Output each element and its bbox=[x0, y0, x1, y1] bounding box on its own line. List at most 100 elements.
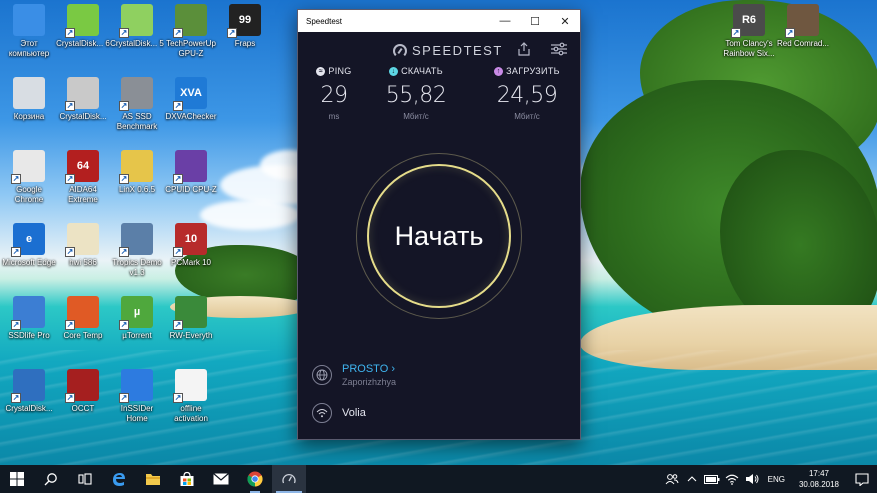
this-pc-icon bbox=[13, 4, 45, 36]
shortcut-arrow-icon: ↗ bbox=[731, 28, 741, 38]
clock-time: 17:47 bbox=[808, 469, 829, 478]
edge-icon[interactable] bbox=[102, 465, 136, 493]
desktop-shortcut-red-comrades[interactable]: ↗ Red Comrad... bbox=[776, 4, 830, 49]
file-explorer-icon[interactable] bbox=[136, 465, 170, 493]
desktop-shortcut-this-pc[interactable]: Этот компьютер bbox=[2, 4, 56, 59]
icon-glyph: R6 bbox=[741, 14, 757, 26]
desktop-shortcut-microsoft-edge[interactable]: e ↗ Microsoft Edge bbox=[2, 223, 56, 268]
desktop-shortcut-core-temp[interactable]: ↗ Core Temp bbox=[56, 296, 110, 341]
desktop-shortcut-offline-activation[interactable]: ↗ offline activation bbox=[164, 369, 218, 424]
shortcut-arrow-icon: ↗ bbox=[65, 101, 75, 111]
upload-label: ЗАГРУЗИТЬ bbox=[506, 66, 560, 76]
share-icon[interactable] bbox=[516, 41, 536, 59]
desktop-shortcut-inssider-home[interactable]: ↗ InSSIDer Home bbox=[110, 369, 164, 424]
chevron-up-icon[interactable] bbox=[682, 465, 702, 493]
taskbar: ENG 17:47 30.08.2018 bbox=[0, 465, 877, 493]
shortcut-arrow-icon: ↗ bbox=[11, 174, 21, 184]
title-bar[interactable]: Speedtest — ☐ ✕ bbox=[298, 10, 580, 32]
desktop-shortcut-ssdlife-pro[interactable]: ↗ SSDlife Pro bbox=[2, 296, 56, 341]
desktop-shortcut-utorrent[interactable]: µ ↗ µTorrent bbox=[110, 296, 164, 341]
desktop-shortcut-crystaldiskinfo-2[interactable]: ↗ CrystalDisk... bbox=[2, 369, 56, 414]
desktop-shortcut-cpu-z[interactable]: ↗ CPUID CPU-Z bbox=[164, 150, 218, 195]
offline-activation-icon: ↗ bbox=[173, 369, 207, 403]
go-button-ring: Начать bbox=[356, 153, 522, 319]
settings-sliders-icon[interactable] bbox=[550, 41, 570, 59]
desktop-shortcut-label: Microsoft Edge bbox=[2, 258, 56, 267]
google-chrome-icon: ↗ bbox=[11, 150, 45, 184]
crystaldiskinfo-2-icon: ↗ bbox=[11, 369, 45, 403]
desktop-shortcut-label: InSSIDer Home bbox=[120, 404, 154, 423]
microsoft-edge-icon: e ↗ bbox=[11, 223, 45, 257]
notifications-icon[interactable] bbox=[847, 465, 877, 493]
provider-name: Volia bbox=[342, 407, 366, 419]
window-title: Speedtest bbox=[306, 16, 343, 26]
upload-arrow-icon: ↑ bbox=[494, 66, 504, 76]
clock[interactable]: 17:47 30.08.2018 bbox=[791, 468, 847, 490]
people-icon[interactable] bbox=[662, 465, 682, 493]
upload-metric: ↑ ЗАГРУЗИТЬ 24,59 Мбит/с bbox=[484, 66, 570, 121]
hwinfo-icon: ↗ bbox=[65, 223, 99, 257]
clock-date: 30.08.2018 bbox=[798, 480, 839, 489]
desktop-shortcut-crystaldiskmark-5[interactable]: ↗ CrystalDisk... 5 bbox=[110, 4, 164, 49]
download-unit: Мбит/с bbox=[403, 112, 429, 121]
desktop-shortcut-label: Core Temp bbox=[63, 331, 103, 340]
battery-icon[interactable] bbox=[702, 465, 722, 493]
server-name[interactable]: PROSTO bbox=[342, 363, 388, 375]
core-temp-icon: ↗ bbox=[65, 296, 99, 330]
go-button-label: Начать bbox=[394, 220, 484, 251]
desktop-shortcut-label: Tropics Demo v1.3 bbox=[112, 258, 162, 277]
desktop-shortcut-fraps[interactable]: 99 ↗ Fraps bbox=[218, 4, 272, 49]
inssider-home-icon: ↗ bbox=[119, 369, 153, 403]
store-icon[interactable] bbox=[170, 465, 204, 493]
desktop-shortcut-label: DXVAChecker bbox=[165, 112, 217, 121]
desktop-shortcut-aida64-extreme[interactable]: 64 ↗ AIDA64 Extreme bbox=[56, 150, 110, 205]
desktop-shortcut-rainbow-six[interactable]: R6 ↗ Tom Clancy's Rainbow Six... bbox=[722, 4, 776, 59]
go-button[interactable]: Начать bbox=[367, 164, 511, 308]
chrome-icon[interactable] bbox=[238, 465, 272, 493]
maximize-button[interactable]: ☐ bbox=[520, 10, 550, 32]
shortcut-arrow-icon: ↗ bbox=[119, 393, 129, 403]
search-icon[interactable] bbox=[34, 465, 68, 493]
desktop-shortcut-crystaldiskmark-6[interactable]: ↗ CrystalDisk... 6 bbox=[56, 4, 110, 49]
desktop-shortcut-label: LinX 0.6.5 bbox=[118, 185, 156, 194]
utorrent-icon: µ ↗ bbox=[119, 296, 153, 330]
desktop-shortcut-gpu-z[interactable]: ↗ TechPowerUp GPU-Z bbox=[164, 4, 218, 59]
desktop-shortcut-label: Корзина bbox=[13, 112, 45, 121]
red-comrades-icon: ↗ bbox=[785, 4, 819, 38]
desktop-shortcut-pcmark-10[interactable]: 10 ↗ PCMark 10 bbox=[164, 223, 218, 268]
desktop-shortcut-dxvachecker[interactable]: XVA ↗ DXVAChecker bbox=[164, 77, 218, 122]
speedtest-window: Speedtest — ☐ ✕ SPEEDTEST ≈ PING 29 ms ↓ С… bbox=[297, 9, 581, 440]
icon-glyph: 10 bbox=[184, 233, 198, 245]
ping-icon: ≈ bbox=[316, 66, 326, 76]
desktop-shortcut-crystaldiskinfo[interactable]: ↗ CrystalDisk... bbox=[56, 77, 110, 122]
gpu-z-icon: ↗ bbox=[173, 4, 207, 38]
desktop-shortcut-rw-everything[interactable]: ↗ RW-Everyth bbox=[164, 296, 218, 341]
desktop-shortcut-as-ssd-benchmark[interactable]: ↗ AS SSD Benchmark bbox=[110, 77, 164, 132]
server-selector[interactable]: PROSTO › Zaporizhzhya bbox=[312, 363, 396, 387]
close-button[interactable]: ✕ bbox=[550, 10, 580, 32]
icon-glyph: XVA bbox=[180, 87, 202, 99]
rainbow-six-icon: R6 ↗ bbox=[731, 4, 765, 38]
language-indicator[interactable]: ENG bbox=[762, 475, 791, 484]
wifi-tray-icon[interactable] bbox=[722, 465, 742, 493]
speedtest-taskbar-icon[interactable] bbox=[272, 465, 306, 493]
desktop-shortcut-hwinfo[interactable]: ↗ hwi 586 bbox=[56, 223, 110, 268]
desktop-shortcut-linx[interactable]: ↗ LinX 0.6.5 bbox=[110, 150, 164, 195]
server-location: Zaporizhzhya bbox=[342, 377, 397, 387]
desktop-shortcut-occt[interactable]: ↗ OCCT bbox=[56, 369, 110, 414]
desktop-shortcut-recycle-bin[interactable]: Корзина bbox=[2, 77, 56, 122]
shortcut-arrow-icon: ↗ bbox=[119, 174, 129, 184]
volume-icon[interactable] bbox=[742, 465, 762, 493]
desktop-shortcut-google-chrome[interactable]: ↗ Google Chrome bbox=[2, 150, 56, 205]
desktop-shortcut-label: Red Comrad... bbox=[776, 39, 830, 48]
start-button[interactable] bbox=[0, 465, 34, 493]
mail-icon[interactable] bbox=[204, 465, 238, 493]
ssdlife-pro-icon: ↗ bbox=[11, 296, 45, 330]
desktop-shortcut-tropics-demo[interactable]: ↗ Tropics Demo v1.3 bbox=[110, 223, 164, 278]
minimize-button[interactable]: — bbox=[490, 10, 520, 32]
provider-info: Volia bbox=[312, 403, 366, 423]
shortcut-arrow-icon: ↗ bbox=[119, 247, 129, 257]
task-view-icon[interactable] bbox=[68, 465, 102, 493]
icon-glyph: µ bbox=[133, 306, 141, 318]
desktop-shortcut-label: Этот компьютер bbox=[8, 39, 50, 58]
